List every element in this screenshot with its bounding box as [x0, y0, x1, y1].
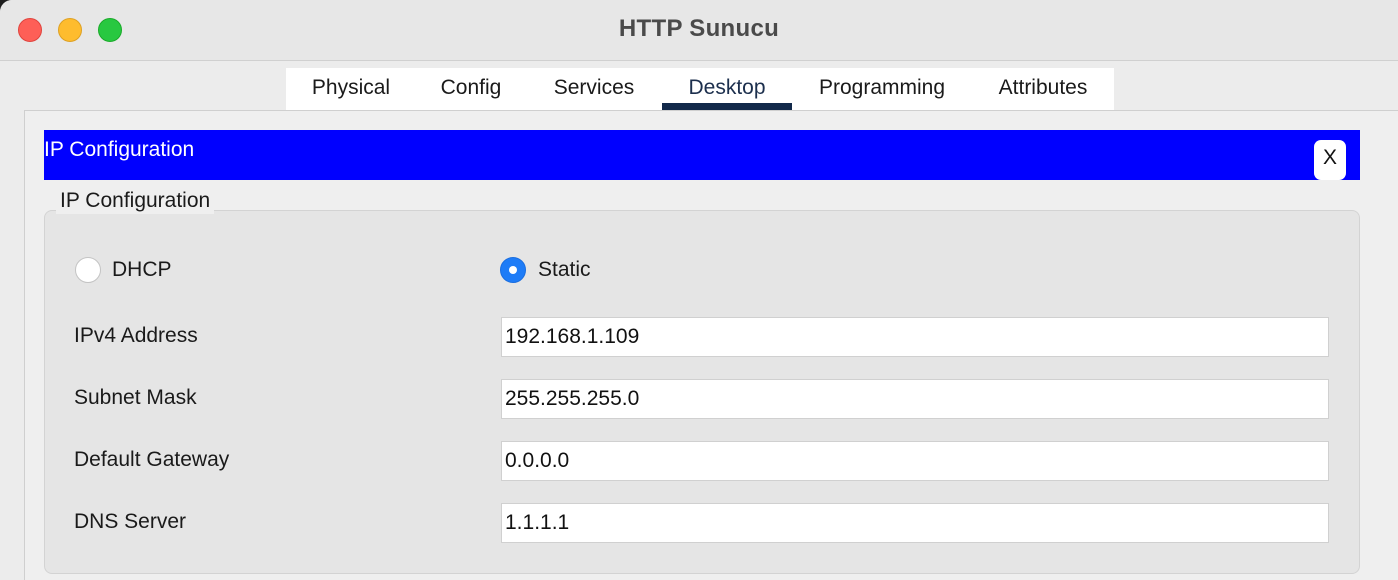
- default-gateway-input[interactable]: [501, 441, 1329, 481]
- window-title: HTTP Sunucu: [618, 15, 780, 42]
- static-label[interactable]: Static: [538, 257, 591, 283]
- dhcp-label[interactable]: DHCP: [112, 257, 172, 283]
- ip-config-header-title: IP Configuration: [44, 138, 195, 161]
- tab-config[interactable]: Config: [416, 68, 526, 110]
- dhcp-radio[interactable]: [75, 257, 101, 283]
- tab-physical[interactable]: Physical: [286, 68, 416, 110]
- title-bar: HTTP Sunucu: [0, 0, 1398, 61]
- tab-programming[interactable]: Programming: [792, 68, 972, 110]
- dns-server-label: DNS Server: [74, 510, 187, 533]
- tab-desktop[interactable]: Desktop: [662, 68, 792, 110]
- default-gateway-label: Default Gateway: [74, 448, 230, 471]
- ip-config-group-title: IP Configuration: [56, 188, 215, 214]
- tab-services[interactable]: Services: [526, 68, 662, 110]
- static-radio[interactable]: [500, 257, 526, 283]
- ipv4-address-label: IPv4 Address: [74, 324, 198, 347]
- dns-server-input[interactable]: [501, 503, 1329, 543]
- tab-bar: Physical Config Services Desktop Program…: [286, 68, 1114, 110]
- ipv4-address-input[interactable]: [501, 317, 1329, 357]
- tab-attributes[interactable]: Attributes: [972, 68, 1114, 110]
- subnet-mask-input[interactable]: [501, 379, 1329, 419]
- ip-config-header: IP Configuration X: [44, 130, 1360, 180]
- close-panel-button[interactable]: X: [1314, 140, 1346, 180]
- app-window: HTTP Sunucu Physical Config Services Des…: [0, 0, 1398, 580]
- subnet-mask-label: Subnet Mask: [74, 386, 197, 409]
